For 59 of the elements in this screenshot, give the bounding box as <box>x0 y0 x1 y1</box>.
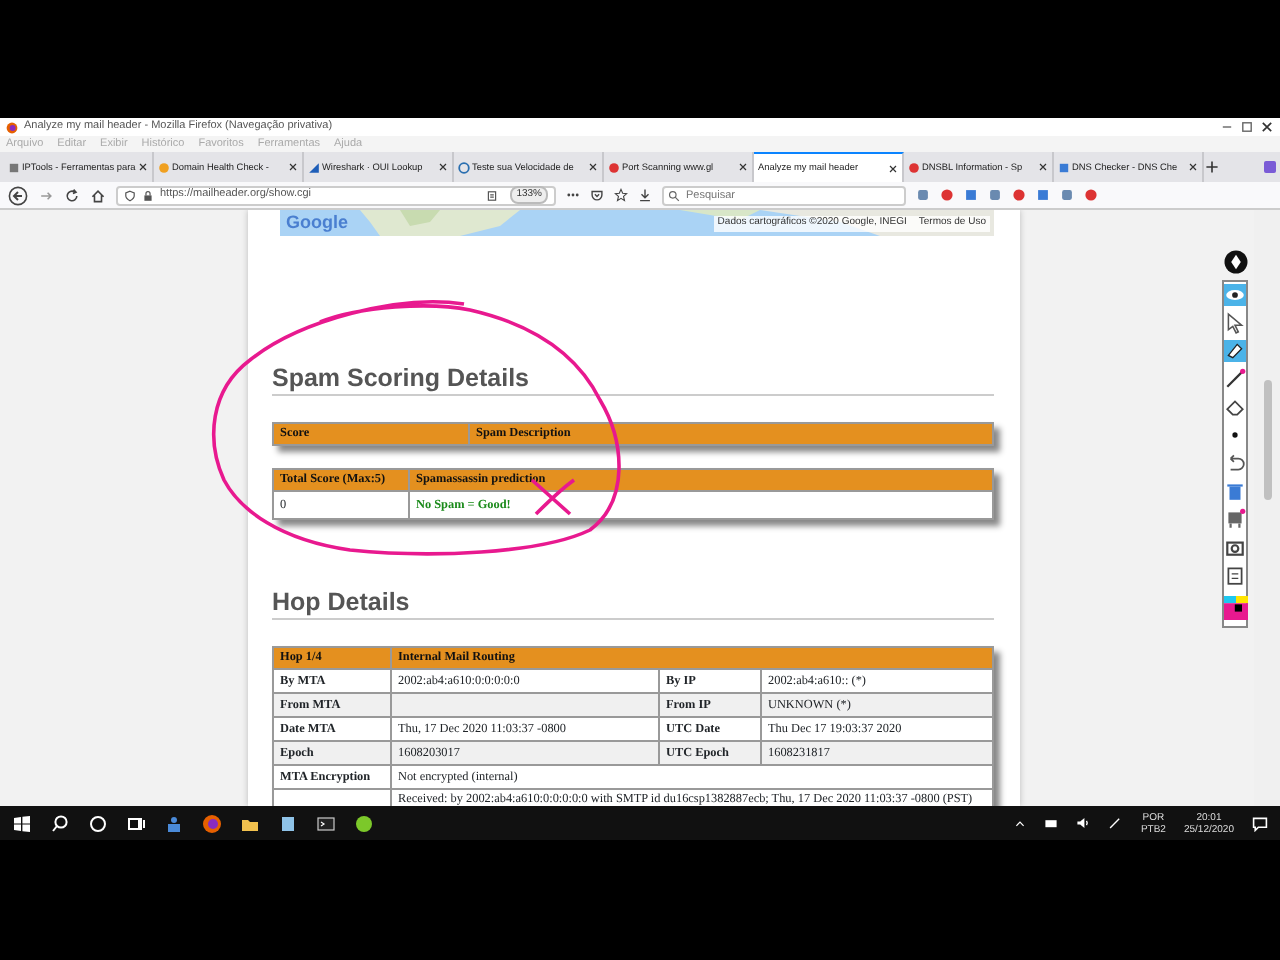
more-icon[interactable] <box>566 188 580 202</box>
download-icon[interactable] <box>638 188 652 202</box>
close-icon[interactable] <box>288 162 298 172</box>
camera-icon[interactable] <box>1224 536 1246 558</box>
close-icon[interactable] <box>588 162 598 172</box>
search-icon <box>668 189 680 201</box>
close-icon[interactable] <box>1038 162 1048 172</box>
close-icon[interactable] <box>1188 162 1198 172</box>
lock-icon <box>142 189 154 201</box>
shield-icon <box>124 189 136 201</box>
notification-icon[interactable] <box>1252 815 1268 831</box>
maximize-icon[interactable] <box>1240 120 1254 134</box>
cortana-icon[interactable] <box>88 813 108 833</box>
forward-icon[interactable] <box>38 187 54 203</box>
reader-icon[interactable] <box>486 189 499 201</box>
map-logo: Google <box>286 210 348 236</box>
network-icon[interactable] <box>1044 816 1059 830</box>
close-icon[interactable] <box>438 162 448 172</box>
app-icon[interactable] <box>354 813 374 833</box>
search-icon[interactable] <box>50 813 70 833</box>
tab-favicon <box>158 161 170 173</box>
trash-icon[interactable] <box>1224 480 1246 502</box>
color-palette-icon[interactable] <box>1223 592 1247 624</box>
close-icon[interactable] <box>888 163 898 173</box>
task-view-icon[interactable] <box>126 813 146 833</box>
tab-favicon <box>608 161 620 173</box>
pen-icon[interactable] <box>1224 368 1246 390</box>
bookmark-star-icon[interactable] <box>614 188 628 202</box>
back-icon[interactable] <box>8 185 28 205</box>
terminal-icon[interactable] <box>316 813 336 833</box>
tab-favicon <box>1058 161 1070 173</box>
eye-icon[interactable] <box>1224 284 1246 306</box>
reload-icon[interactable] <box>64 187 80 203</box>
minimize-icon[interactable] <box>1220 120 1234 134</box>
pointer-icon[interactable] <box>1224 312 1246 334</box>
document-app-icon[interactable] <box>278 813 298 833</box>
tab-favicon <box>308 161 320 173</box>
tab-favicon <box>8 161 20 173</box>
volume-icon[interactable] <box>1076 816 1091 830</box>
marker-icon[interactable] <box>1224 340 1246 362</box>
firefox-icon <box>6 121 18 133</box>
close-icon[interactable] <box>1260 120 1274 134</box>
network-user-icon[interactable] <box>164 813 184 833</box>
section-heading: Spam Scoring Details <box>272 364 994 396</box>
chevron-up-icon[interactable] <box>1014 817 1027 829</box>
close-icon[interactable] <box>738 162 748 172</box>
home-icon[interactable] <box>90 187 106 203</box>
scroll-thumb[interactable] <box>1264 380 1272 500</box>
section-heading: Hop Details <box>272 588 994 620</box>
tab-favicon <box>908 161 920 173</box>
tab-favicon <box>458 161 470 173</box>
close-icon[interactable] <box>138 162 148 172</box>
pen-tip-icon[interactable] <box>1223 250 1247 274</box>
robot-icon[interactable] <box>1224 508 1246 530</box>
start-icon[interactable] <box>12 813 32 833</box>
pocket-icon[interactable] <box>590 188 604 202</box>
undo-icon[interactable] <box>1224 452 1246 474</box>
clipboard-icon[interactable] <box>1224 564 1246 586</box>
firefox-icon[interactable] <box>202 813 222 833</box>
